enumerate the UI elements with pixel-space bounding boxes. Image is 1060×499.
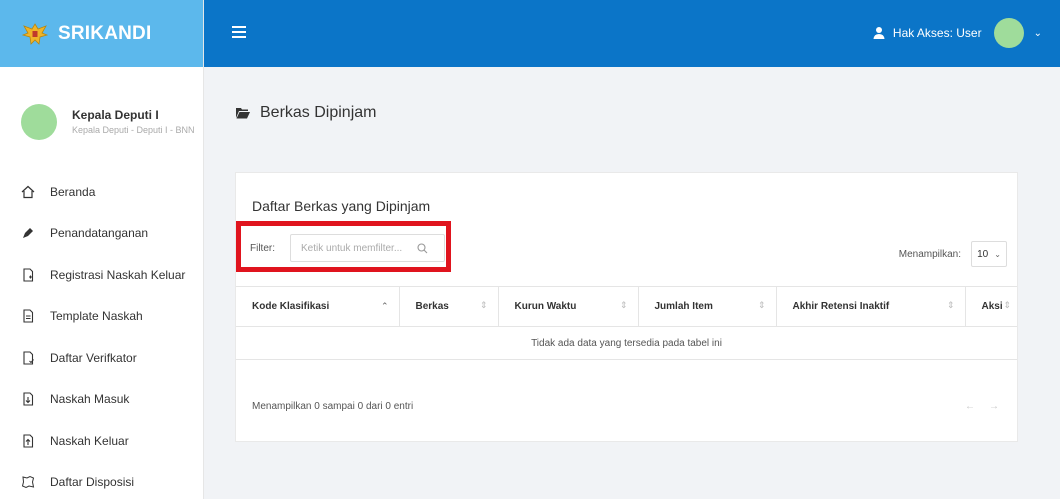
page-title: Berkas Dipinjam [236, 104, 376, 122]
sidebar-item-daftar-disposisi[interactable]: Daftar Disposisi [0, 462, 203, 499]
sidebar-item-label: Naskah Masuk [50, 392, 130, 407]
table-info: Menampilkan 0 sampai 0 dari 0 entri [252, 401, 414, 412]
sort-asc-icon: ⌃ [380, 301, 389, 311]
profile-name: Kepala Deputi I [72, 108, 159, 122]
sidebar: SRIKANDI Kepala Deputi I Kepala Deputi -… [0, 0, 204, 499]
page-title-text: Berkas Dipinjam [260, 104, 377, 121]
card-title: Daftar Berkas yang Dipinjam [252, 198, 431, 214]
sort-icon: ⇕ [946, 300, 955, 310]
sidebar-item-label: Registrasi Naskah Keluar [50, 267, 186, 282]
filter-field[interactable] [290, 234, 445, 262]
menu-toggle-icon[interactable] [232, 26, 246, 38]
column-berkas[interactable]: Berkas ⇕ [398, 286, 498, 327]
sidebar-item-template-naskah[interactable]: Template Naskah [0, 296, 203, 338]
access-label: Hak Akses: User [892, 26, 982, 40]
berkas-table: Kode Klasifikasi ⌃ Berkas ⇕ Kurun Waktu ⇕ J… [236, 286, 1017, 360]
filter-label: Filter: [250, 243, 275, 254]
page-size-select[interactable]: 10 ⌄ [971, 241, 1007, 267]
next-page-icon[interactable]: → [989, 401, 999, 412]
profile-subtitle: Kepala Deputi - Deputi I - BNN [72, 125, 195, 135]
table-header-row: Kode Klasifikasi ⌃ Berkas ⇕ Kurun Waktu ⇕ J… [236, 286, 1017, 327]
column-label: Aksi [981, 301, 1003, 312]
column-label: Akhir Retensi Inaktif [792, 301, 890, 312]
berkas-card: Daftar Berkas yang Dipinjam Filter: Mena… [235, 172, 1018, 442]
sidebar-item-label: Daftar Disposisi [50, 475, 135, 490]
file-plus-icon [20, 267, 36, 283]
column-akhir-retensi-inaktif[interactable]: Akhir Retensi Inaktif ⇕ [775, 286, 965, 327]
garuda-logo-icon [22, 22, 48, 45]
disposisi-icon [20, 474, 36, 490]
sort-icon: ⇕ [1003, 300, 1011, 310]
chevron-down-icon: ⌄ [994, 249, 1001, 259]
folder-open-icon [236, 108, 250, 119]
sidebar-item-label: Naskah Keluar [50, 433, 129, 448]
sidebar-item-beranda[interactable]: Beranda [0, 171, 203, 213]
sidebar-item-naskah-masuk[interactable]: Naskah Masuk [0, 379, 203, 421]
sidebar-item-naskah-keluar[interactable]: Naskah Keluar [0, 420, 203, 462]
table-row: Tidak ada data yang tersedia pada tabel … [236, 326, 1017, 360]
sort-icon: ⇕ [479, 300, 488, 310]
sidebar-item-label: Beranda [50, 184, 96, 199]
brand-name: SRIKANDI [58, 22, 152, 44]
sidebar-item-label: Penandatanganan [50, 226, 149, 241]
file-text-icon [20, 308, 36, 324]
filter-input[interactable] [291, 242, 411, 254]
profile: Kepala Deputi I Kepala Deputi - Deputi I… [0, 67, 203, 157]
column-jumlah-item[interactable]: Jumlah Item ⇕ [637, 286, 776, 327]
topbar: Hak Akses: User ⌄ [204, 0, 1060, 67]
column-label: Kurun Waktu [514, 301, 577, 312]
sort-icon: ⇕ [619, 300, 628, 310]
column-label: Berkas [415, 301, 449, 312]
file-check-icon [20, 350, 36, 366]
pagination: ← → [965, 401, 999, 412]
avatar[interactable] [993, 18, 1024, 48]
sidebar-item-daftar-verifkator[interactable]: Daftar Verifkator [0, 337, 203, 379]
empty-table-message: Tidak ada data yang tersedia pada tabel … [236, 326, 1017, 360]
sidebar-item-registrasi-naskah-keluar[interactable]: Registrasi Naskah Keluar [0, 254, 203, 296]
column-aksi[interactable]: Aksi ⇕ [964, 286, 1017, 327]
brand-bar[interactable]: SRIKANDI [0, 0, 203, 67]
chevron-down-icon[interactable]: ⌄ [1034, 28, 1042, 39]
sidebar-item-label: Daftar Verifkator [50, 350, 137, 365]
page-size-label: Menampilkan: [898, 249, 961, 260]
filter-highlight-box: Filter: [236, 221, 451, 272]
column-label: Kode Klasifikasi [252, 301, 330, 312]
sidebar-item-penandatanganan[interactable]: Penandatanganan [0, 213, 203, 255]
column-label: Jumlah Item [654, 301, 713, 312]
file-download-icon [20, 391, 36, 407]
file-upload-icon [20, 433, 36, 449]
page-size-value: 10 [977, 248, 989, 260]
sidebar-nav: Beranda Penandatanganan Registrasi Naska… [0, 171, 203, 499]
avatar[interactable] [21, 103, 57, 140]
user-icon [873, 27, 885, 39]
column-kode-klasifikasi[interactable]: Kode Klasifikasi ⌃ [236, 286, 399, 327]
sidebar-item-label: Template Naskah [50, 309, 143, 324]
search-icon[interactable] [417, 242, 428, 254]
user-menu[interactable]: Hak Akses: User ⌄ [873, 18, 1042, 48]
column-kurun-waktu[interactable]: Kurun Waktu ⇕ [497, 286, 638, 327]
sort-icon: ⇕ [757, 300, 766, 310]
pen-icon [20, 225, 36, 241]
home-icon [20, 184, 36, 200]
prev-page-icon[interactable]: ← [965, 401, 975, 412]
